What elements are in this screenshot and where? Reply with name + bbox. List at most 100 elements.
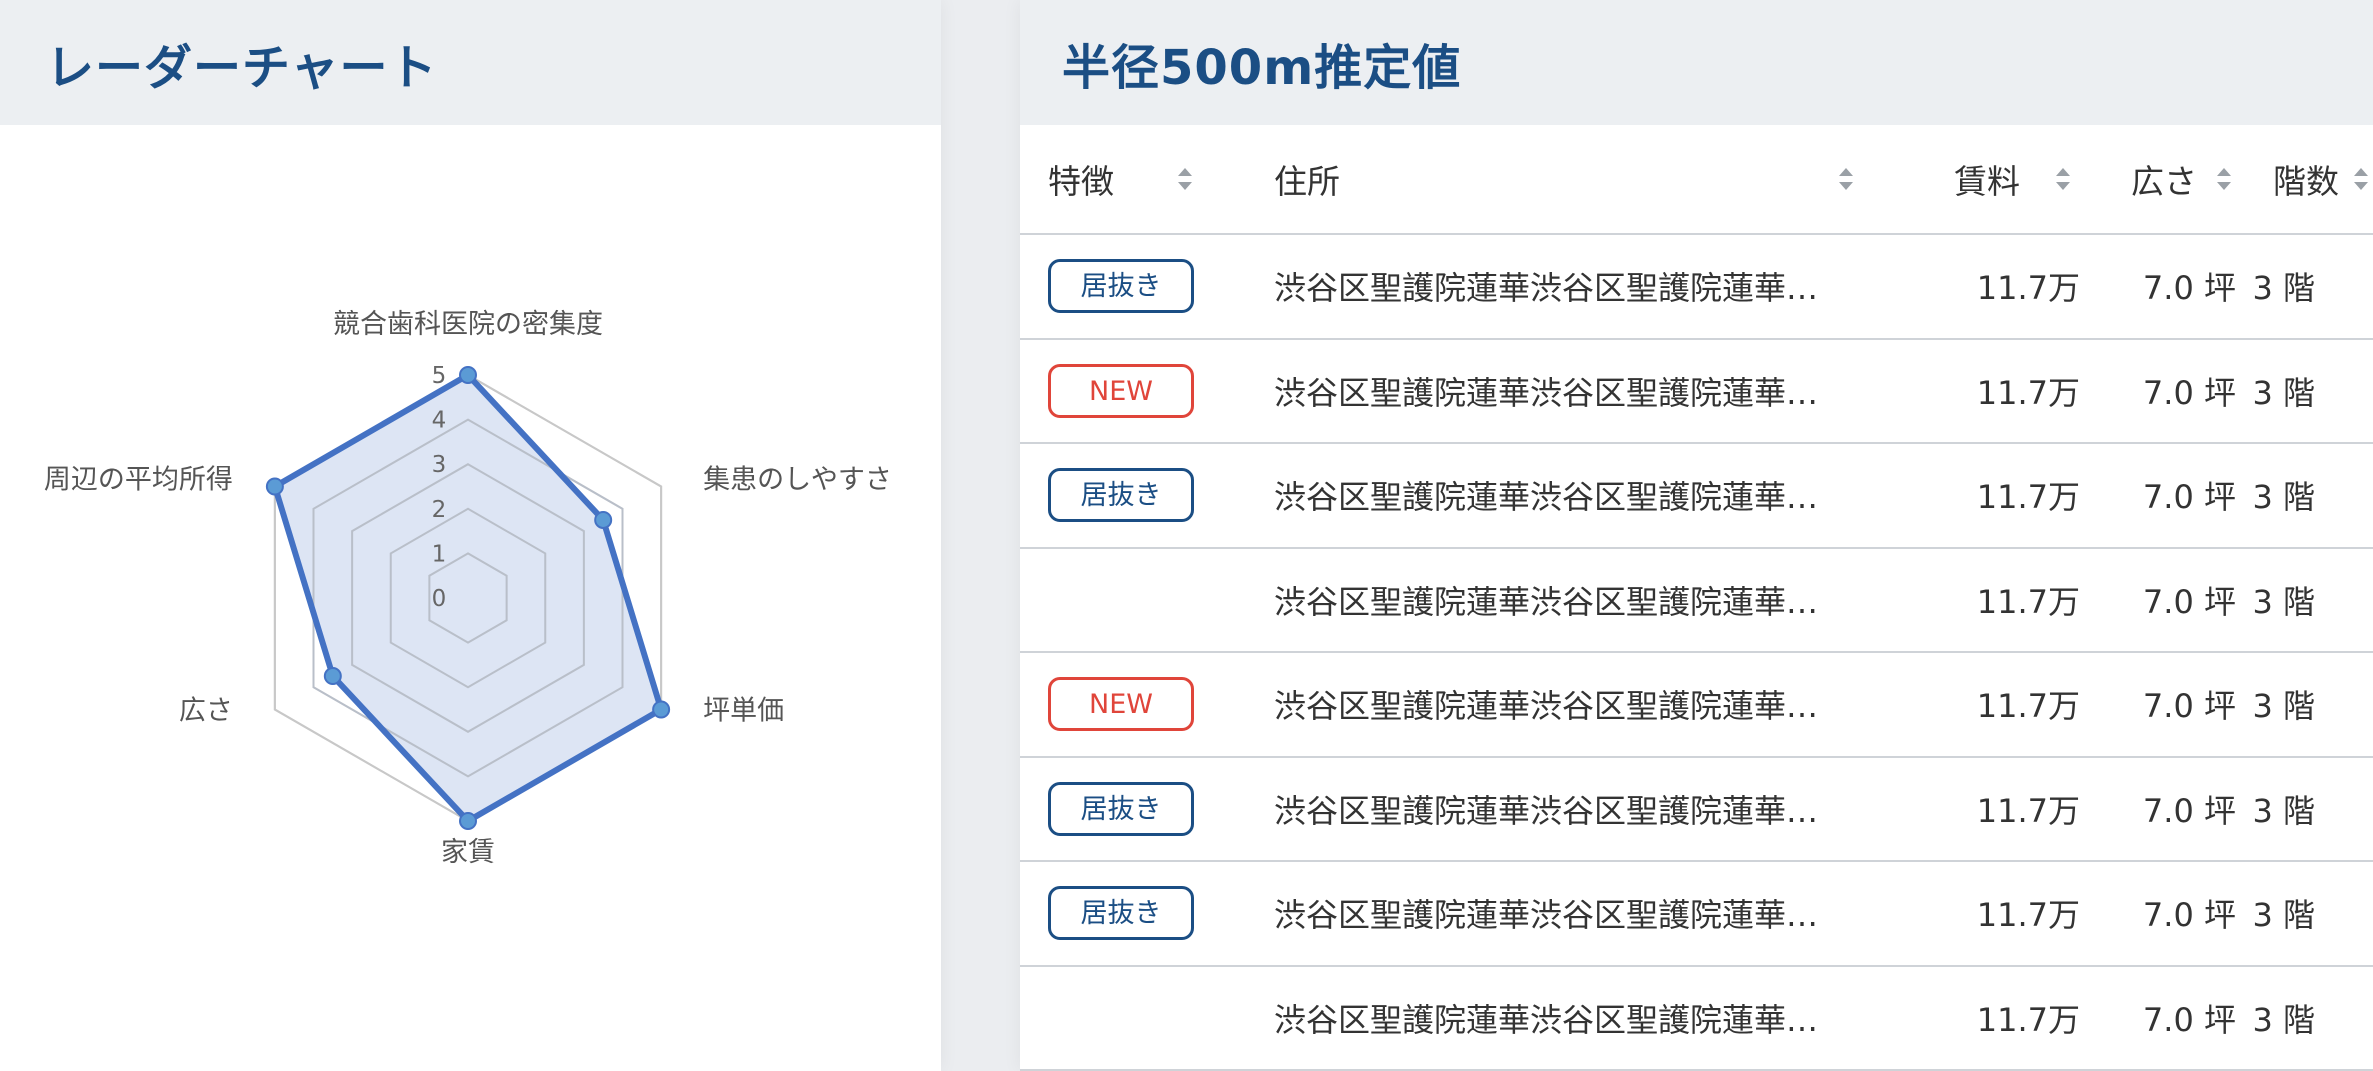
feature-cell: NEW — [1020, 338, 1220, 444]
radar-axis-label: 坪単価 — [703, 696, 784, 727]
table-row[interactable]: 居抜き 渋谷区聖護院蓮華渋谷区聖護院蓮華… 11.7万 7.0 坪 3 階 — [1020, 756, 2373, 862]
column-header-address-label: 住所 — [1274, 162, 1340, 201]
column-header-rent[interactable]: 賃料 — [1903, 125, 2102, 235]
address-cell: 渋谷区聖護院蓮華渋谷区聖護院蓮華… — [1220, 234, 1903, 340]
table-row[interactable]: 渋谷区聖護院蓮華渋谷区聖護院蓮華… 11.7万 7.0 坪 3 階 — [1020, 547, 2373, 653]
floor-cell: 3 階 — [2244, 861, 2373, 967]
radar-tick-label: 3 — [432, 452, 447, 478]
address-text: 渋谷区聖護院蓮華渋谷区聖護院蓮華… — [1274, 582, 1819, 621]
radar-axis-label: 周辺の平均所得 — [44, 465, 233, 496]
table-row[interactable]: 居抜き 渋谷区聖護院蓮華渋谷区聖護院蓮華… 11.7万 7.0 坪 3 階 — [1020, 234, 2373, 340]
table-row[interactable]: 渋谷区聖護院蓮華渋谷区聖護院蓮華… 11.7万 7.0 坪 3 階 — [1020, 965, 2373, 1071]
property-table: 特徴 住所 賃料 広さ 階数 居抜き 渋谷区聖護院蓮華渋谷区聖護院蓮華… 11.… — [1020, 125, 2373, 1071]
radar-data-point — [594, 510, 613, 529]
feature-cell: 居抜き — [1020, 234, 1220, 340]
rent-cell: 11.7万 — [1903, 652, 2102, 758]
rent-cell: 11.7万 — [1903, 338, 2102, 444]
feature-cell: 居抜き — [1020, 443, 1220, 549]
radar-data-point — [652, 700, 671, 719]
rent-cell: 11.7万 — [1903, 547, 2102, 653]
column-header-address[interactable]: 住所 — [1220, 125, 1903, 235]
table-row[interactable]: 居抜き 渋谷区聖護院蓮華渋谷区聖護院蓮華… 11.7万 7.0 坪 3 階 — [1020, 861, 2373, 967]
address-text: 渋谷区聖護院蓮華渋谷区聖護院蓮華… — [1274, 478, 1819, 517]
radar-axis-label: 競合歯科医院の密集度 — [333, 309, 603, 340]
table-panel-header: 半径500m推定値 — [1020, 0, 2373, 125]
floor-cell: 3 階 — [2244, 547, 2373, 653]
address-cell: 渋谷区聖護院蓮華渋谷区聖護院蓮華… — [1220, 652, 1903, 758]
floor-cell: 3 階 — [2244, 756, 2373, 862]
radar-chart: 0 1 2 3 4 5 競合歯科医院の密集度集患のしやすさ坪単価家賃 広さ 周辺の平均所得 — [44, 309, 892, 868]
floor-cell: 3 階 — [2244, 652, 2373, 758]
inuki-badge: 居抜き — [1048, 259, 1194, 314]
rent-cell: 11.7万 — [1903, 443, 2102, 549]
area-cell: 7.0 坪 — [2102, 652, 2244, 758]
area-cell: 7.0 坪 — [2102, 861, 2244, 967]
radar-data-point — [265, 477, 284, 496]
column-header-area-label: 広さ — [2131, 162, 2197, 201]
sort-icon[interactable] — [1839, 168, 1853, 190]
table-row[interactable]: 居抜き 渋谷区聖護院蓮華渋谷区聖護院蓮華… 11.7万 7.0 坪 3 階 — [1020, 443, 2373, 549]
new-badge: NEW — [1048, 677, 1194, 732]
sort-icon[interactable] — [2217, 168, 2231, 190]
address-cell: 渋谷区聖護院蓮華渋谷区聖護院蓮華… — [1220, 443, 1903, 549]
rent-cell: 11.7万 — [1903, 965, 2102, 1071]
address-text: 渋谷区聖護院蓮華渋谷区聖護院蓮華… — [1274, 269, 1819, 308]
radar-axis-label: 広さ — [179, 696, 233, 727]
feature-cell: NEW — [1020, 652, 1220, 758]
feature-cell: 居抜き — [1020, 756, 1220, 862]
column-header-floor-label: 階数 — [2273, 162, 2339, 201]
sort-icon[interactable] — [2354, 168, 2368, 190]
area-cell: 7.0 坪 — [2102, 547, 2244, 653]
rent-cell: 11.7万 — [1903, 756, 2102, 862]
area-cell: 7.0 坪 — [2102, 756, 2244, 862]
column-header-feature-label: 特徴 — [1048, 162, 1114, 201]
floor-cell: 3 階 — [2244, 443, 2373, 549]
feature-cell — [1020, 965, 1220, 1071]
floor-cell: 3 階 — [2244, 234, 2373, 340]
address-text: 渋谷区聖護院蓮華渋谷区聖護院蓮華… — [1274, 373, 1819, 412]
column-header-floor[interactable]: 階数 — [2244, 125, 2373, 235]
address-cell: 渋谷区聖護院蓮華渋谷区聖護院蓮華… — [1220, 547, 1903, 653]
rent-cell: 11.7万 — [1903, 861, 2102, 967]
inuki-badge: 居抜き — [1048, 781, 1194, 836]
area-cell: 7.0 坪 — [2102, 234, 2244, 340]
radar-tick-label: 5 — [432, 363, 447, 389]
table-body: 居抜き 渋谷区聖護院蓮華渋谷区聖護院蓮華… 11.7万 7.0 坪 3 階 NE… — [1020, 234, 2373, 1071]
area-cell: 7.0 坪 — [2102, 443, 2244, 549]
radar-axis-label: 集患のしやすさ — [703, 465, 892, 496]
sort-icon[interactable] — [2056, 168, 2070, 190]
inuki-badge: 居抜き — [1048, 468, 1194, 523]
address-cell: 渋谷区聖護院蓮華渋谷区聖護院蓮華… — [1220, 338, 1903, 444]
feature-cell — [1020, 547, 1220, 653]
radar-data-area — [274, 375, 662, 821]
radar-data-point — [459, 812, 477, 830]
floor-cell: 3 階 — [2244, 965, 2373, 1071]
radar-panel-title: レーダーチャート — [46, 39, 438, 96]
radar-data-point — [459, 366, 477, 384]
sort-icon[interactable] — [1178, 168, 1192, 190]
inuki-badge: 居抜き — [1048, 886, 1194, 941]
rent-cell: 11.7万 — [1903, 234, 2102, 340]
address-text: 渋谷区聖護院蓮華渋谷区聖護院蓮華… — [1274, 896, 1819, 935]
table-header-row: 特徴 住所 賃料 広さ 階数 — [1020, 125, 2373, 235]
area-cell: 7.0 坪 — [2102, 965, 2244, 1071]
radar-panel-header: レーダーチャート — [0, 0, 941, 125]
table-row[interactable]: NEW 渋谷区聖護院蓮華渋谷区聖護院蓮華… 11.7万 7.0 坪 3 階 — [1020, 338, 2373, 444]
address-cell: 渋谷区聖護院蓮華渋谷区聖護院蓮華… — [1220, 756, 1903, 862]
address-text: 渋谷区聖護院蓮華渋谷区聖護院蓮華… — [1274, 1000, 1819, 1039]
radar-axis-label: 家賃 — [441, 837, 495, 868]
feature-cell: 居抜き — [1020, 861, 1220, 967]
address-text: 渋谷区聖護院蓮華渋谷区聖護院蓮華… — [1274, 791, 1819, 830]
table-row[interactable]: NEW 渋谷区聖護院蓮華渋谷区聖護院蓮華… 11.7万 7.0 坪 3 階 — [1020, 652, 2373, 758]
area-cell: 7.0 坪 — [2102, 338, 2244, 444]
new-badge: NEW — [1048, 363, 1194, 418]
radar-data-point — [323, 667, 342, 686]
radar-chart-panel: レーダーチャート 0 1 2 3 4 5 競合歯科医院の密集度 集患のしやすさ 坪単価 家賃 広さ 周… — [0, 0, 941, 1071]
column-header-feature[interactable]: 特徴 — [1020, 125, 1220, 235]
address-cell: 渋谷区聖護院蓮華渋谷区聖護院蓮華… — [1220, 861, 1903, 967]
estimate-table-panel: 半径500m推定値 特徴 住所 賃料 広さ 階数 居抜き 渋谷区聖護院蓮華渋谷区… — [1020, 0, 2373, 1071]
radar-tick-label: 1 — [432, 541, 447, 567]
column-header-area[interactable]: 広さ — [2102, 125, 2244, 235]
radar-tick-label: 2 — [432, 497, 447, 523]
table-panel-title: 半径500m推定値 — [1062, 39, 1462, 96]
